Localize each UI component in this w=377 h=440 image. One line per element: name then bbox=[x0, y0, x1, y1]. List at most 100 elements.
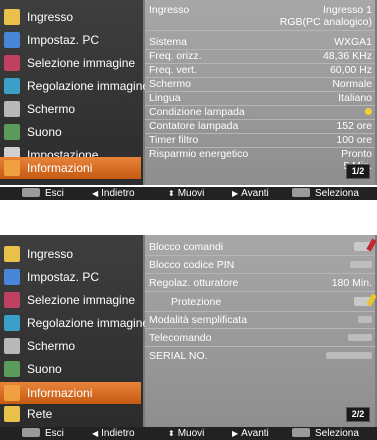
page-indicator: 2/2 bbox=[346, 407, 370, 422]
info-row: Lingua Italiano bbox=[145, 92, 375, 106]
info-key: Sistema bbox=[149, 36, 187, 48]
info-row: SERIAL NO. bbox=[145, 350, 375, 364]
info-row: Sistema WXGA1 bbox=[145, 36, 375, 50]
info-row: Freq. orizz. 48,36 KHz bbox=[145, 50, 375, 64]
info-row: Risparmio energetico Pronto 5 Min. bbox=[145, 148, 375, 174]
info-row: Contatore lampada 152 ore bbox=[145, 120, 375, 134]
pin-lock-icon bbox=[350, 259, 372, 272]
serial-number-value bbox=[326, 350, 372, 363]
select-key-icon bbox=[292, 188, 310, 197]
sound-icon bbox=[4, 361, 20, 377]
info-value: 152 ore bbox=[336, 120, 372, 132]
info-row: Telecomando bbox=[145, 332, 375, 347]
info-key: Telecomando bbox=[149, 332, 212, 344]
page-indicator: 1/2 bbox=[346, 164, 370, 179]
lamp-status-icon bbox=[365, 106, 372, 119]
info-content: Blocco comandi Blocco codice PIN Regolaz… bbox=[145, 235, 375, 427]
security-lock-icon bbox=[354, 296, 372, 309]
menu-key-icon bbox=[22, 428, 40, 437]
pc-adjust-icon bbox=[4, 269, 20, 285]
menu-item-label: Informazioni bbox=[27, 386, 93, 400]
info-row: Freq. vert. 60,00 Hz bbox=[145, 64, 375, 78]
menu-item-informazioni[interactable]: Informazioni bbox=[0, 157, 141, 179]
menu-item-label: Informazioni bbox=[27, 161, 93, 175]
info-key: Blocco comandi bbox=[149, 241, 224, 253]
image-select-icon bbox=[4, 55, 20, 71]
footer-select[interactable]: Seleziona bbox=[292, 427, 359, 440]
main-menu: Ingresso Impostaz. PC Selezione immagine… bbox=[0, 0, 149, 185]
footer-exit-label: Esci bbox=[45, 428, 64, 439]
menu-item-label: Rete bbox=[27, 407, 53, 421]
osd-panel: Ingresso Impostaz. PC Selezione immagine… bbox=[0, 0, 377, 185]
key-lock-icon bbox=[354, 241, 372, 254]
arrow-updown-icon: ⬍ bbox=[168, 429, 175, 438]
info-row: Condizione lampada bbox=[145, 106, 375, 120]
footer-exit[interactable]: Esci bbox=[22, 427, 64, 440]
footer-select-label: Seleziona bbox=[315, 428, 359, 439]
footer-move[interactable]: ⬍ Muovi bbox=[168, 187, 204, 200]
info-key: Ingresso bbox=[149, 4, 190, 16]
screen-icon bbox=[4, 338, 20, 354]
info-value: 60,00 Hz bbox=[329, 64, 372, 76]
footer-back-label: Indietro bbox=[101, 428, 135, 439]
arrow-right-icon: ▶ bbox=[232, 189, 239, 198]
footer-back[interactable]: ◀ Indietro bbox=[92, 187, 135, 200]
info-key: Freq. vert. bbox=[149, 64, 197, 76]
menu-item-informazioni[interactable]: Informazioni bbox=[0, 382, 141, 404]
footer-exit[interactable]: Esci bbox=[22, 187, 64, 200]
footer-back[interactable]: ◀ Indietro bbox=[92, 427, 135, 440]
remote-code-icon bbox=[348, 332, 372, 345]
info-key: Modalità semplificata bbox=[149, 314, 248, 326]
footer-bar: Esci ◀ Indietro ⬍ Muovi ▶ Avanti Seleziona bbox=[0, 427, 377, 440]
info-row: Regolaz. otturatore 180 Min. bbox=[145, 277, 375, 292]
info-row: Blocco comandi bbox=[145, 241, 375, 256]
info-row: Ingresso Ingresso 1 RGB(PC analogico) bbox=[145, 4, 375, 31]
footer-move-label: Muovi bbox=[177, 188, 205, 199]
footer-next-label: Avanti bbox=[241, 428, 269, 439]
info-key: SERIAL NO. bbox=[149, 350, 208, 362]
footer-next[interactable]: ▶ Avanti bbox=[232, 427, 269, 440]
footer-back-label: Indietro bbox=[101, 188, 135, 199]
info-value: 48,36 KHz bbox=[322, 50, 372, 62]
info-value: 100 ore bbox=[336, 134, 372, 146]
info-key: Timer filtro bbox=[149, 134, 199, 146]
input-icon bbox=[4, 246, 20, 262]
info-key: Condizione lampada bbox=[149, 106, 245, 118]
footer-exit-label: Esci bbox=[45, 188, 64, 199]
info-key: Contatore lampada bbox=[149, 120, 239, 132]
image-select-icon bbox=[4, 292, 20, 308]
image-adjust-icon bbox=[4, 78, 20, 94]
info-row: Modalità semplificata bbox=[145, 314, 375, 329]
menu-item-rete[interactable]: Rete bbox=[0, 403, 141, 425]
footer-select-label: Seleziona bbox=[315, 188, 359, 199]
info-row: Timer filtro 100 ore bbox=[145, 134, 375, 148]
info-key: Protezione bbox=[171, 296, 222, 308]
footer-move[interactable]: ⬍ Muovi bbox=[168, 427, 204, 440]
info-screen-page-2: Ingresso Impostaz. PC Selezione immagine… bbox=[0, 235, 377, 440]
info-value-2: RGB(PC analogico) bbox=[279, 16, 372, 28]
info-screen-page-1: Ingresso Impostaz. PC Selezione immagine… bbox=[0, 0, 377, 201]
pc-adjust-icon bbox=[4, 32, 20, 48]
information-icon bbox=[4, 160, 20, 176]
sound-icon bbox=[4, 124, 20, 140]
info-key: Regolaz. otturatore bbox=[149, 277, 239, 289]
info-content: Ingresso Ingresso 1 RGB(PC analogico) Si… bbox=[145, 0, 375, 185]
info-row: Schermo Normale bbox=[145, 78, 375, 92]
footer-select[interactable]: Seleziona bbox=[292, 187, 359, 200]
info-row: Protezione bbox=[145, 293, 375, 312]
footer-move-label: Muovi bbox=[177, 428, 205, 439]
main-menu: Ingresso Impostaz. PC Selezione immagine… bbox=[0, 235, 149, 427]
arrow-right-icon: ▶ bbox=[232, 429, 239, 438]
osd-panel: Ingresso Impostaz. PC Selezione immagine… bbox=[0, 235, 377, 427]
info-value: Italiano bbox=[338, 92, 372, 104]
info-key: Risparmio energetico bbox=[149, 148, 249, 160]
info-value: 180 Min. bbox=[331, 277, 372, 289]
arrow-left-icon: ◀ bbox=[92, 189, 99, 198]
info-key: Schermo bbox=[149, 78, 192, 90]
arrow-updown-icon: ⬍ bbox=[168, 189, 175, 198]
info-key: Lingua bbox=[149, 92, 181, 104]
footer-next[interactable]: ▶ Avanti bbox=[232, 187, 269, 200]
input-icon bbox=[4, 9, 20, 25]
footer-next-label: Avanti bbox=[241, 188, 269, 199]
image-adjust-icon bbox=[4, 315, 20, 331]
